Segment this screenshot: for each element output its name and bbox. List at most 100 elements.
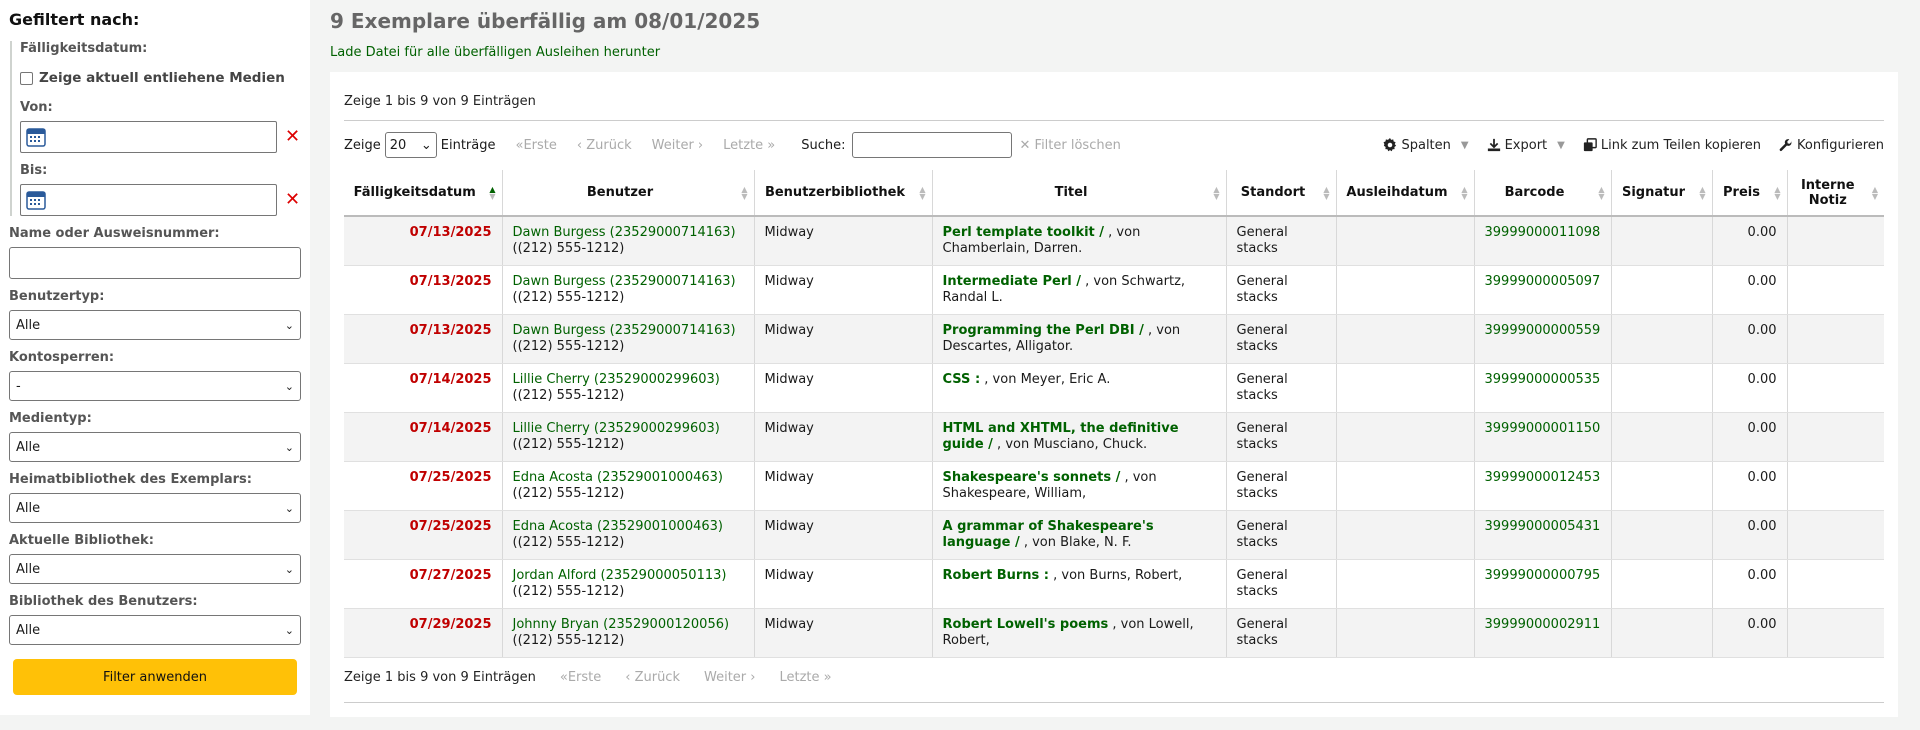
col-header-patron-library[interactable]: Benutzerbibliothek ▲ ▼	[754, 170, 933, 217]
patron-link[interactable]: Edna Acosta (23529001000463)	[513, 519, 723, 534]
title-cell: CSS : , von Meyer, Eric A.	[932, 363, 1227, 413]
patron-link[interactable]: Jordan Alford (23529000050113)	[513, 568, 727, 583]
col-header-internal-note[interactable]: Interne Notiz ▲ ▼	[1787, 170, 1884, 217]
show-checked-out-label: Zeige aktuell entliehene Medien	[39, 70, 285, 86]
col-header-checkout-date[interactable]: Ausleihdatum ▲ ▼	[1336, 170, 1475, 217]
prev-page-button[interactable]: ‹ Zurück	[577, 138, 632, 153]
sort-icon: ▲ ▼	[919, 184, 926, 201]
title-link[interactable]: Robert Burns :	[943, 568, 1050, 583]
last-page-button[interactable]: Letzte »	[723, 138, 775, 153]
apply-filter-button[interactable]: Filter anwenden	[13, 659, 297, 695]
sort-icon: ▲ ▼	[1871, 184, 1878, 201]
clear-filter-button[interactable]: ✕ Filter löschen	[1020, 138, 1121, 153]
patron-library-select[interactable]: Alle ⌄	[9, 615, 301, 645]
current-library-select[interactable]: Alle ⌄	[9, 554, 301, 584]
patron-link[interactable]: Lillie Cherry (23529000299603)	[513, 372, 720, 387]
location-cell: General stacks	[1226, 461, 1337, 511]
patron-link[interactable]: Edna Acosta (23529001000463)	[513, 470, 723, 485]
due-date-cell: 07/14/2025	[344, 412, 503, 462]
col-header-due-date[interactable]: Fälligkeitsdatum ▲ ▼	[344, 170, 503, 217]
patron-link[interactable]: Dawn Burgess (23529000714163)	[513, 323, 736, 338]
title-link[interactable]: CSS :	[943, 372, 981, 387]
show-checked-out-row[interactable]: Zeige aktuell entliehene Medien	[20, 70, 301, 86]
barcode-link[interactable]: 39999000005431	[1485, 519, 1601, 534]
last-page-button[interactable]: Letzte »	[779, 670, 831, 685]
download-icon	[1487, 138, 1500, 152]
checkout-date-cell	[1336, 608, 1475, 658]
patron-cell: Lillie Cherry (23529000299603) ((212) 555…	[502, 363, 755, 413]
barcode-link[interactable]: 39999000012453	[1485, 470, 1601, 485]
table-row: 07/14/2025 Lillie Cherry (23529000299603)…	[344, 363, 1884, 413]
barcode-link[interactable]: 39999000001150	[1485, 421, 1601, 436]
columns-button[interactable]: Spalten ▼	[1383, 138, 1469, 153]
barcode-link[interactable]: 39999000000559	[1485, 323, 1601, 338]
patron-phone: ((212) 555-1212)	[512, 486, 625, 501]
clear-from-date-icon[interactable]: ✕	[285, 128, 300, 146]
barcode-cell: 39999000000795	[1474, 559, 1612, 609]
title-link[interactable]: Shakespeare's sonnets /	[943, 470, 1121, 485]
clear-to-date-icon[interactable]: ✕	[285, 191, 300, 209]
show-checked-out-checkbox[interactable]	[20, 71, 33, 85]
col-header-price[interactable]: Preis ▲ ▼	[1712, 170, 1788, 217]
chevron-down-icon: ⌄	[284, 562, 294, 576]
name-input[interactable]	[9, 247, 301, 279]
barcode-link[interactable]: 39999000000535	[1485, 372, 1601, 387]
patron-phone: ((212) 555-1212)	[512, 535, 625, 550]
col-header-patron[interactable]: Benutzer ▲ ▼	[502, 170, 755, 217]
col-header-location[interactable]: Standort ▲ ▼	[1226, 170, 1337, 217]
due-date-label: Fälligkeitsdatum:	[20, 41, 148, 56]
col-header-callnumber[interactable]: Signatur ▲ ▼	[1611, 170, 1713, 217]
title-cell: Programming the Perl DBI / , von Descart…	[932, 314, 1227, 364]
configure-button[interactable]: Konfigurieren	[1779, 138, 1884, 153]
home-library-select[interactable]: Alle ⌄	[9, 493, 301, 523]
col-header-barcode[interactable]: Barcode ▲ ▼	[1474, 170, 1612, 217]
checkout-date-cell	[1336, 559, 1475, 609]
title-link[interactable]: Programming the Perl DBI /	[943, 323, 1144, 338]
patron-type-select[interactable]: Alle ⌄	[9, 310, 301, 340]
location-cell: General stacks	[1226, 608, 1337, 658]
col-header-title[interactable]: Titel ▲ ▼	[932, 170, 1227, 217]
patron-library-cell: Midway	[754, 608, 933, 658]
first-page-button[interactable]: «Erste	[516, 138, 557, 153]
callnumber-cell	[1611, 265, 1713, 315]
account-blocks-select[interactable]: - ⌄	[9, 371, 301, 401]
copy-link-button[interactable]: Link zum Teilen kopieren	[1583, 138, 1761, 153]
barcode-link[interactable]: 39999000000795	[1485, 568, 1601, 583]
barcode-link[interactable]: 39999000002911	[1485, 617, 1601, 632]
title-link[interactable]: Intermediate Perl /	[943, 274, 1081, 289]
page-size-select[interactable]: 20 ⌄	[384, 132, 437, 158]
patron-link[interactable]: Johnny Bryan (23529000120056)	[513, 617, 730, 632]
sort-icon: ▲ ▼	[741, 184, 748, 201]
from-date-input[interactable]	[20, 121, 277, 153]
patron-link[interactable]: Dawn Burgess (23529000714163)	[513, 225, 736, 240]
barcode-cell: 39999000002911	[1474, 608, 1612, 658]
to-date-input[interactable]	[20, 184, 277, 216]
patron-link[interactable]: Dawn Burgess (23529000714163)	[513, 274, 736, 289]
export-button[interactable]: Export ▼	[1487, 138, 1565, 153]
next-page-button[interactable]: Weiter ›	[704, 670, 755, 685]
barcode-link[interactable]: 39999000011098	[1485, 225, 1601, 240]
calendar-icon[interactable]	[26, 127, 46, 147]
prev-page-button[interactable]: ‹ Zurück	[625, 670, 680, 685]
next-page-button[interactable]: Weiter ›	[652, 138, 703, 153]
chevron-down-icon: ⌄	[284, 318, 294, 332]
media-type-select[interactable]: Alle ⌄	[9, 432, 301, 462]
checkout-date-cell	[1336, 216, 1475, 266]
barcode-cell: 39999000011098	[1474, 216, 1612, 266]
patron-link[interactable]: Lillie Cherry (23529000299603)	[513, 421, 720, 436]
to-label: Bis:	[20, 163, 48, 178]
title-link[interactable]: Robert Lowell's poems	[943, 617, 1109, 632]
download-overdues-link[interactable]: Lade Datei für alle überfälligen Ausleih…	[330, 45, 1908, 60]
checkout-date-cell	[1336, 265, 1475, 315]
patron-library-cell: Midway	[754, 510, 933, 560]
calendar-icon[interactable]	[26, 190, 46, 210]
barcode-link[interactable]: 39999000005097	[1485, 274, 1601, 289]
title-link[interactable]: Perl template toolkit /	[943, 225, 1105, 240]
account-blocks-value: -	[16, 378, 21, 394]
price-cell: 0.00	[1712, 412, 1788, 462]
first-page-button[interactable]: «Erste	[560, 670, 601, 685]
barcode-cell: 39999000012453	[1474, 461, 1612, 511]
due-date-cell: 07/13/2025	[344, 216, 503, 266]
search-input[interactable]	[851, 132, 1012, 158]
price-cell: 0.00	[1712, 461, 1788, 511]
